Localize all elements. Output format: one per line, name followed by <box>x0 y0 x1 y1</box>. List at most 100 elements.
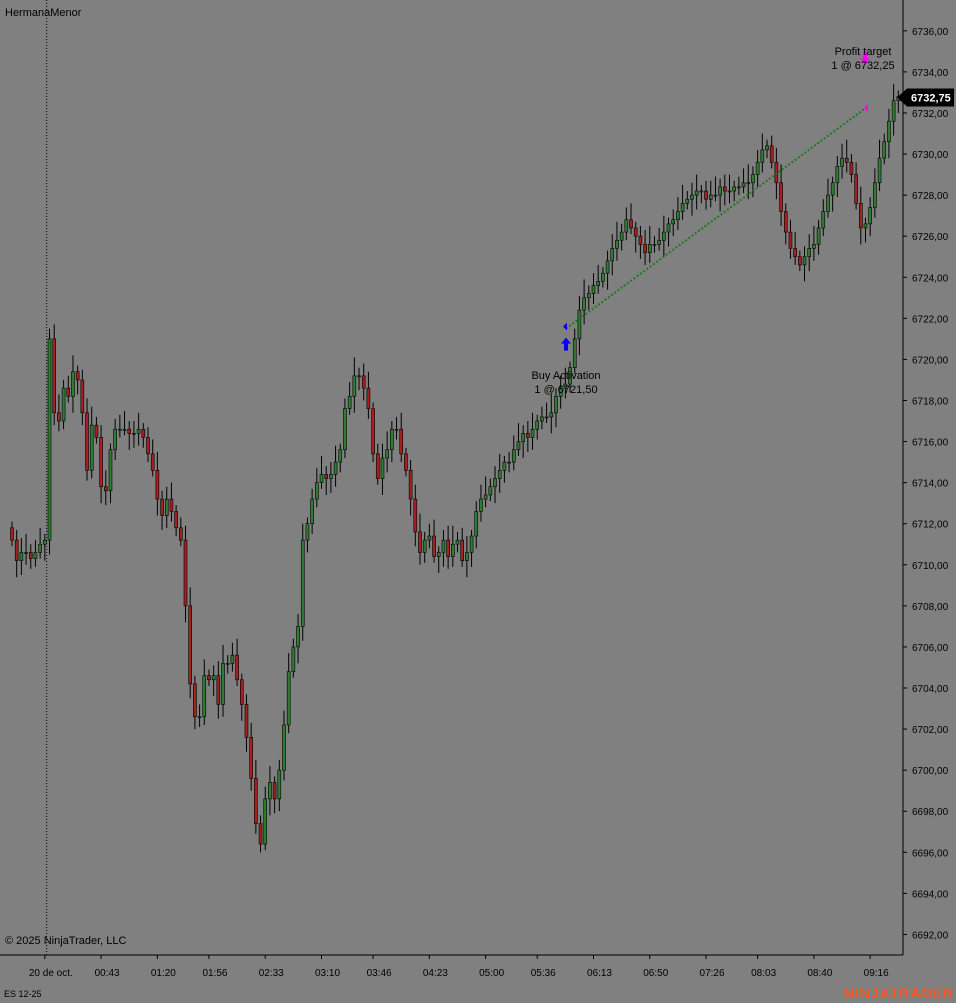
candle-body <box>502 461 507 471</box>
profit-target-detail: 1 @ 6732,25 <box>831 60 894 72</box>
candle-body <box>343 408 347 451</box>
price-tick-label: 6732,00 <box>912 109 949 120</box>
price-tick-label: 6724,00 <box>912 273 949 284</box>
candle-body <box>146 437 150 455</box>
candle-body <box>352 375 357 397</box>
candle-body <box>587 293 591 299</box>
candle-body <box>666 223 671 233</box>
candle-body <box>441 539 446 553</box>
candle-body <box>71 371 75 397</box>
candle-body <box>788 231 793 249</box>
candle-body <box>802 256 807 266</box>
candle-body <box>601 272 605 282</box>
price-tick-label: 6704,00 <box>912 684 949 695</box>
candle-body <box>474 511 479 537</box>
candle-body <box>380 457 385 479</box>
candle-body <box>89 424 94 471</box>
time-tick-label: 03:46 <box>367 968 392 979</box>
candle-body <box>765 145 769 151</box>
price-tick-label: 6734,00 <box>912 68 949 79</box>
candle-body <box>80 379 85 414</box>
candle-body <box>451 543 455 557</box>
candle-body <box>57 412 61 422</box>
candle-body <box>610 248 615 262</box>
candle-body <box>315 482 319 500</box>
candle-body <box>858 203 863 229</box>
candle-body <box>821 211 826 229</box>
ninjatrader-logo: NINJATRADER <box>844 985 954 1001</box>
time-tick-label: 08:03 <box>751 968 776 979</box>
candle-body <box>727 190 732 193</box>
time-tick-label: 09:16 <box>864 968 889 979</box>
candle-body <box>324 474 328 479</box>
price-tick-label: 6710,00 <box>912 561 949 572</box>
candle-body <box>465 552 469 561</box>
candle-body <box>390 428 394 451</box>
price-tick-label: 6698,00 <box>912 807 949 818</box>
candle-body <box>103 486 108 492</box>
last-price-value: 6732,75 <box>911 93 951 105</box>
candle-body <box>47 338 52 541</box>
time-tick-label: 01:56 <box>202 968 227 979</box>
candle-body <box>779 182 783 212</box>
candle-body <box>741 182 746 188</box>
buy-activation-label: Buy Activation <box>531 370 600 382</box>
candle-body <box>615 239 619 249</box>
candle-body <box>94 424 99 438</box>
candle-body <box>708 194 713 200</box>
candle-body <box>155 470 160 500</box>
candle-body <box>357 375 361 378</box>
candle-body <box>202 675 207 718</box>
candle-body <box>310 498 314 525</box>
candle-body <box>755 161 760 175</box>
candle-body <box>291 646 296 672</box>
price-tick-label: 6718,00 <box>912 396 949 407</box>
candle-body <box>188 605 192 685</box>
candle-body <box>507 461 511 464</box>
candle-body <box>268 782 272 800</box>
candle-body <box>713 194 718 197</box>
price-tick-label: 6712,00 <box>912 520 949 531</box>
candle-body <box>235 654 239 681</box>
candle-body <box>347 396 352 409</box>
candle-body <box>690 194 694 200</box>
candle-body <box>577 309 582 340</box>
candle-body <box>751 174 755 184</box>
candle-body <box>193 683 197 718</box>
time-tick-label: 02:33 <box>259 968 284 979</box>
candle-body <box>544 416 549 419</box>
candle-body <box>52 338 57 414</box>
candle-body <box>122 428 127 431</box>
candle-body <box>877 157 882 184</box>
candle-body <box>596 281 600 286</box>
time-tick-label: 06:50 <box>643 968 668 979</box>
candle-body <box>282 724 286 771</box>
candle-body <box>619 231 624 241</box>
candle-body <box>216 675 221 705</box>
buy-activation-detail: 1 @ 6721,50 <box>534 384 597 396</box>
candle-body <box>849 161 854 175</box>
candle-body <box>657 239 661 245</box>
candle-body <box>244 704 249 738</box>
candle-body <box>460 539 464 561</box>
candle-body <box>676 211 680 221</box>
candle-body <box>113 428 117 451</box>
candle-body <box>798 256 802 266</box>
price-tick-label: 6700,00 <box>912 766 949 777</box>
time-tick-label: 04:23 <box>423 968 448 979</box>
candle-body <box>737 186 741 189</box>
candle-body <box>197 716 202 719</box>
candle-body <box>108 449 113 492</box>
candle-body <box>647 244 652 253</box>
candle-body <box>43 539 47 545</box>
price-tick-label: 6696,00 <box>912 848 949 859</box>
candle-body <box>272 782 277 800</box>
profit-target-label: Profit target <box>835 46 892 58</box>
candlestick-chart[interactable]: 6736,00 6734,00 6732,00 6730,00 6728,00 6726,… <box>0 0 956 1003</box>
price-tick-label: 6726,00 <box>912 232 949 243</box>
candle-body <box>127 428 132 434</box>
candle-body <box>24 552 28 554</box>
candle-body <box>830 182 835 196</box>
candle-body <box>254 778 258 824</box>
candle-body <box>319 474 324 483</box>
